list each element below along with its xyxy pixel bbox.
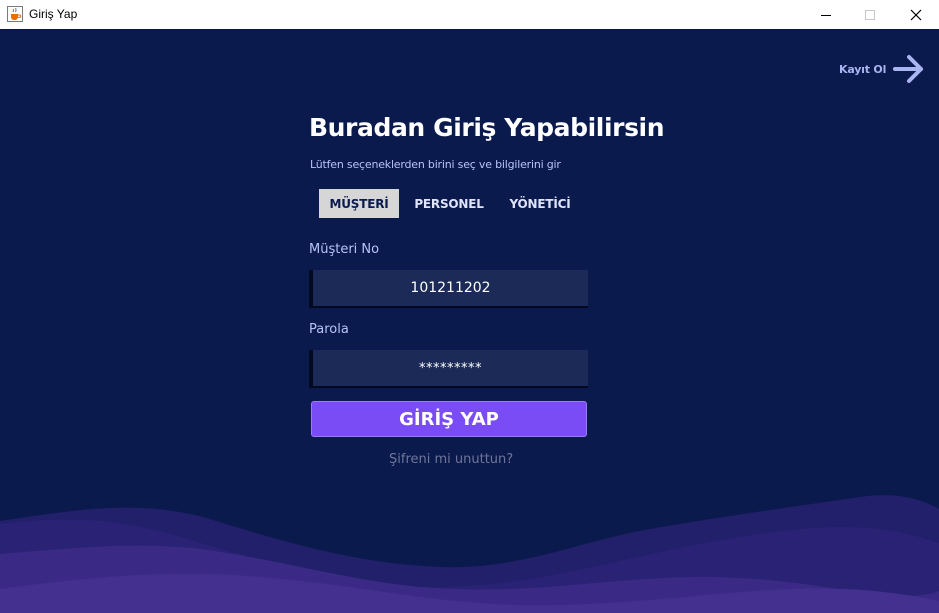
password-label: Parola	[309, 322, 349, 337]
close-icon	[910, 9, 922, 20]
page-subtitle: Lütfen seçeneklerden birini seç ve bilgi…	[310, 158, 561, 171]
tab-musteri[interactable]: MÜŞTERİ	[319, 189, 399, 218]
customer-number-label: Müşteri No	[309, 242, 380, 257]
customer-number-input[interactable]: 101211202	[309, 270, 588, 308]
user-type-tabs: MÜŞTERİ PERSONEL YÖNETİCİ	[319, 189, 581, 218]
maximize-icon	[865, 9, 875, 20]
arrow-right-icon	[893, 55, 924, 83]
window-title: Giriş Yap	[29, 7, 78, 21]
title-bar: Giriş Yap	[0, 0, 939, 29]
page-title: Buradan Giriş Yapabilirsin	[309, 113, 665, 142]
register-link[interactable]: Kayıt Ol	[839, 54, 926, 84]
minimize-button[interactable]	[803, 0, 849, 29]
register-label: Kayıt Ol	[839, 62, 887, 76]
login-button[interactable]: GİRİŞ YAP	[311, 401, 587, 437]
minimize-icon	[821, 14, 831, 16]
forgot-password-link[interactable]: Şifreni mi unuttun?	[389, 452, 513, 467]
close-button[interactable]	[893, 0, 939, 29]
java-cup-icon	[7, 6, 23, 22]
tab-personel[interactable]: PERSONEL	[399, 189, 499, 218]
password-input[interactable]: *********	[309, 350, 588, 388]
tab-yonetici[interactable]: YÖNETİCİ	[499, 189, 581, 218]
login-panel: Kayıt Ol Buradan Giriş Yapabilirsin Lütf…	[0, 29, 939, 613]
login-window: Giriş Yap Kayıt Ol Buradan Giriş Yapabil…	[0, 0, 939, 613]
maximize-button[interactable]	[847, 0, 893, 29]
